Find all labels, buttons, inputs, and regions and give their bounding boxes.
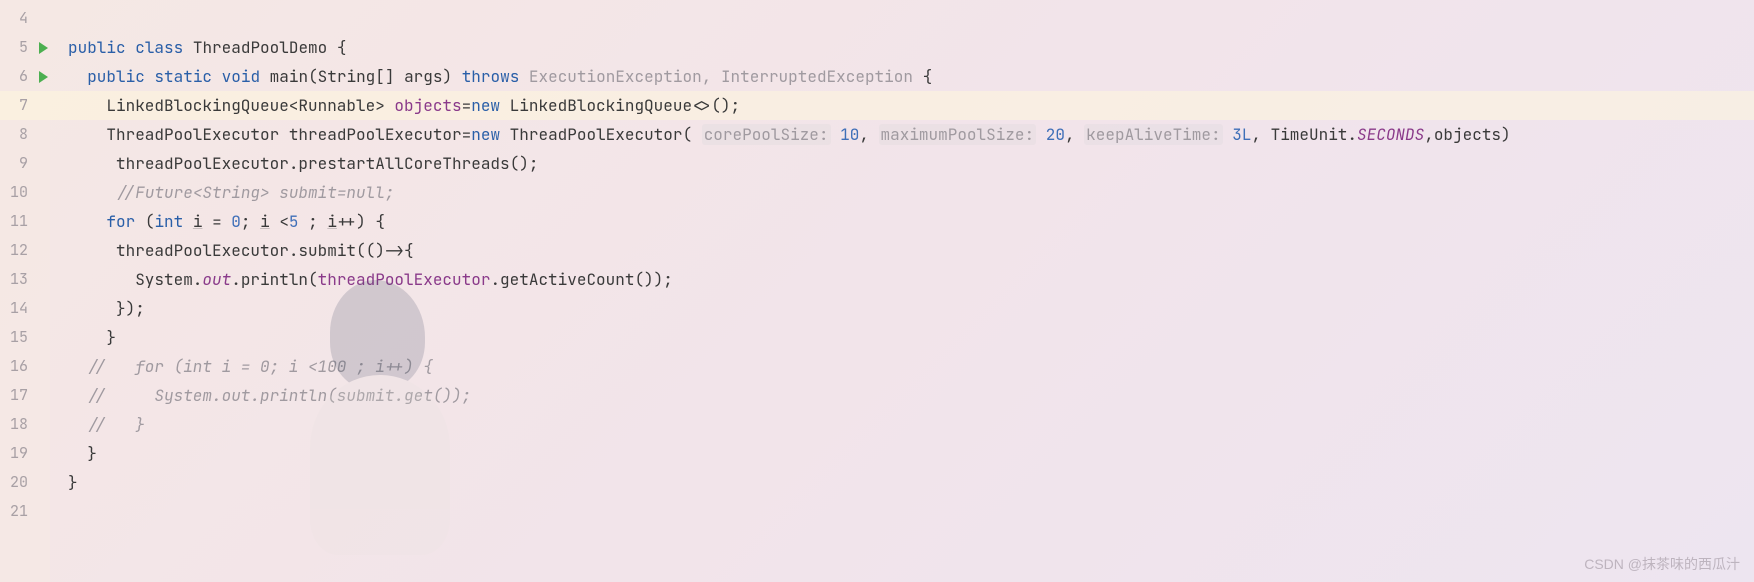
code-line[interactable]: public static void main(String[] args) t… <box>68 62 1754 91</box>
line-number[interactable]: 21 <box>0 497 50 526</box>
code-editor: 4 5 6 7 8 9 10 11 12 13 14 15 16 17 18 1… <box>0 0 1754 582</box>
code-line[interactable] <box>68 497 1754 526</box>
code-line[interactable]: for (int i = 0; i <5 ; i++) { <box>68 207 1754 236</box>
parameter-hint: keepAliveTime: <box>1084 124 1222 145</box>
code-line[interactable]: } <box>68 468 1754 497</box>
code-line[interactable] <box>68 4 1754 33</box>
gutter: 4 5 6 7 8 9 10 11 12 13 14 15 16 17 18 1… <box>0 0 50 582</box>
code-line[interactable]: }); <box>68 294 1754 323</box>
line-number[interactable]: 8 <box>0 120 50 149</box>
run-gutter-icon[interactable] <box>39 42 48 54</box>
code-line[interactable]: ThreadPoolExecutor threadPoolExecutor=ne… <box>68 120 1754 149</box>
line-number[interactable]: 16 <box>0 352 50 381</box>
line-number[interactable]: 17 <box>0 381 50 410</box>
code-line[interactable]: } <box>68 439 1754 468</box>
line-number[interactable]: 11 <box>0 207 50 236</box>
code-line[interactable]: LinkedBlockingQueue<Runnable> objects=ne… <box>50 91 1754 120</box>
line-number[interactable]: 13 <box>0 265 50 294</box>
line-number[interactable]: 4 <box>0 4 50 33</box>
code-line[interactable]: //Future<String> submit=null; <box>68 178 1754 207</box>
code-line[interactable]: public class ThreadPoolDemo { <box>68 33 1754 62</box>
code-line[interactable]: threadPoolExecutor.prestartAllCoreThread… <box>68 149 1754 178</box>
code-line[interactable]: threadPoolExecutor.submit(()->{ <box>68 236 1754 265</box>
line-number[interactable]: 15 <box>0 323 50 352</box>
parameter-hint: maximumPoolSize: <box>879 124 1037 145</box>
code-area[interactable]: public class ThreadPoolDemo { public sta… <box>50 0 1754 582</box>
run-gutter-icon[interactable] <box>39 71 48 83</box>
line-number[interactable]: 6 <box>0 62 50 91</box>
line-number[interactable]: 12 <box>0 236 50 265</box>
watermark: CSDN @抹茶味的西瓜汁 <box>1584 554 1740 574</box>
code-line[interactable]: // System.out.println(submit.get()); <box>68 381 1754 410</box>
code-line[interactable]: } <box>68 323 1754 352</box>
code-line[interactable]: // } <box>68 410 1754 439</box>
code-line[interactable]: // for (int i = 0; i <100 ; i++) { <box>68 352 1754 381</box>
code-line[interactable]: System.out.println(threadPoolExecutor.ge… <box>68 265 1754 294</box>
parameter-hint: corePoolSize: <box>702 124 831 145</box>
line-number[interactable]: 19 <box>0 439 50 468</box>
line-number[interactable]: 14 <box>0 294 50 323</box>
line-number[interactable]: 7 <box>0 91 50 120</box>
line-number[interactable]: 9 <box>0 149 50 178</box>
line-number[interactable]: 10 <box>0 178 50 207</box>
line-number[interactable]: 20 <box>0 468 50 497</box>
line-number[interactable]: 5 <box>0 33 50 62</box>
line-number[interactable]: 18 <box>0 410 50 439</box>
